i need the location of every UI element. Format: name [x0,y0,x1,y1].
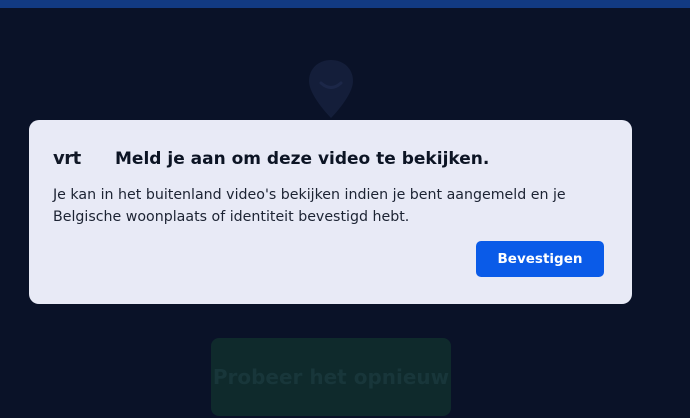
top-bar [0,0,690,8]
confirm-button[interactable]: Bevestigen [476,241,604,277]
retry-button[interactable]: Probeer het opnieuw [211,338,451,416]
login-required-dialog: vrt Meld je aan om deze video te bekijke… [29,120,632,304]
location-pin-icon [309,60,353,118]
dialog-message: Je kan in het buitenland video's bekijke… [53,187,566,225]
vrt-logo: vrt [53,148,81,169]
dialog-title: Meld je aan om deze video te bekijken. [115,149,490,169]
